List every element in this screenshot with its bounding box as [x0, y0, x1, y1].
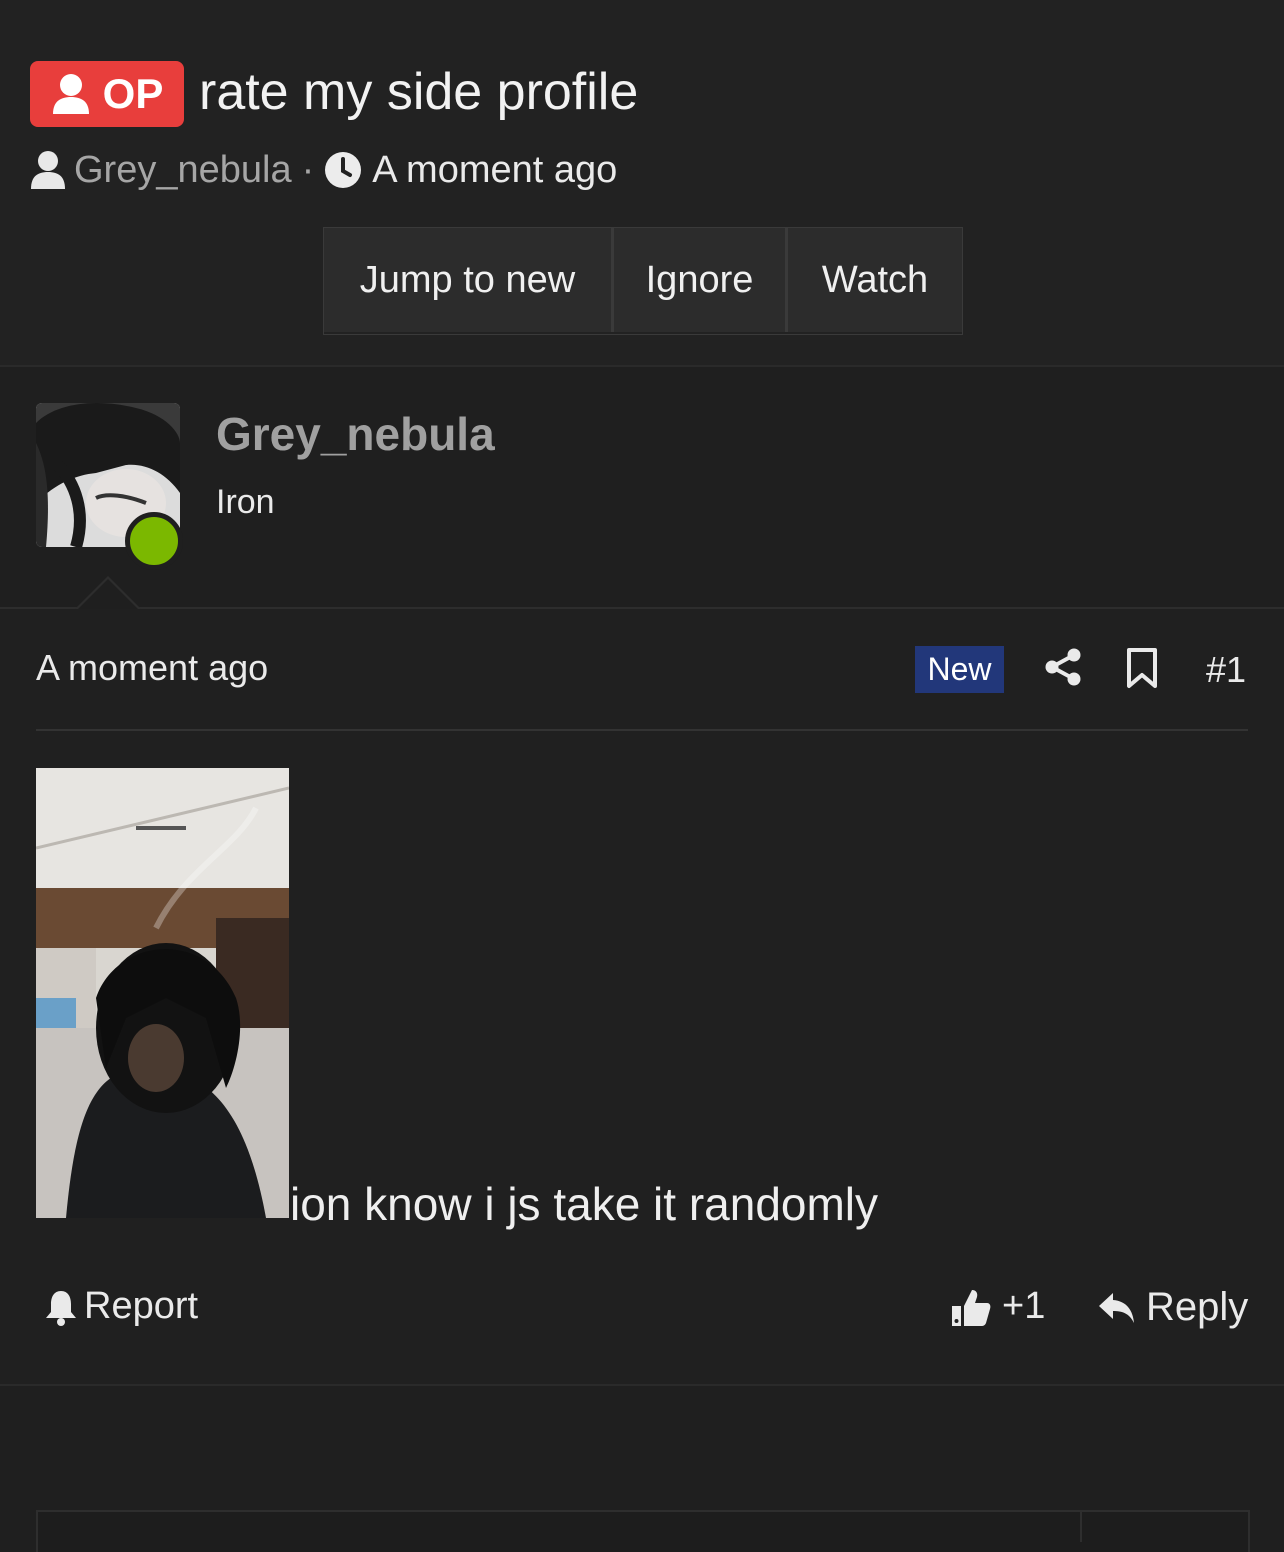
post-author-section: Grey_nebula Iron [0, 367, 1284, 609]
bookmark-icon[interactable] [1125, 647, 1159, 689]
bottom-panel [36, 1510, 1250, 1552]
meta-separator: · [301, 148, 315, 191]
report-label: Report [84, 1285, 199, 1327]
bottom-panel-divider [1080, 1512, 1082, 1542]
author-link[interactable]: Grey_nebula [74, 149, 292, 192]
like-count: +1 [1002, 1285, 1046, 1327]
username[interactable]: Grey_nebula [216, 407, 495, 461]
user-icon [52, 74, 89, 114]
online-status-dot [125, 512, 183, 570]
bell-icon [46, 1290, 76, 1326]
new-badge: New [915, 646, 1004, 693]
post-body: A moment ago New #1 ion know i js take i… [0, 609, 1284, 1386]
ignore-button[interactable]: Ignore [614, 228, 788, 332]
reply-button[interactable]: Reply [1098, 1285, 1248, 1330]
post-number[interactable]: #1 [1206, 649, 1246, 691]
thumbs-up-icon [952, 1289, 991, 1326]
thread-meta: Grey_nebula · A moment ago [30, 148, 617, 192]
post-text: ion know i js take it randomly [290, 1178, 879, 1230]
thread-title: rate my side profile [199, 63, 639, 121]
thread-time[interactable]: A moment ago [372, 149, 617, 192]
user-icon [31, 151, 65, 189]
post-time[interactable]: A moment ago [36, 647, 268, 689]
thread-header: OP rate my side profile Grey_nebula · A … [0, 0, 1284, 367]
user-rank: Iron [216, 483, 275, 521]
like-button[interactable]: +1 [950, 1285, 1045, 1328]
share-icon[interactable] [1043, 647, 1083, 687]
jump-to-new-button[interactable]: Jump to new [324, 228, 614, 332]
post-attachment-image[interactable] [36, 768, 289, 1218]
post-divider [36, 729, 1248, 731]
report-button[interactable]: Report [44, 1285, 198, 1328]
thread-actions: Jump to new Ignore Watch [323, 227, 963, 335]
watch-button[interactable]: Watch [788, 228, 962, 332]
reply-icon [1099, 1292, 1134, 1323]
message-pointer-inner [76, 579, 140, 611]
op-label: OP [102, 70, 164, 117]
reply-label: Reply [1146, 1285, 1249, 1329]
clock-icon [325, 152, 362, 188]
op-badge: OP [30, 61, 184, 127]
